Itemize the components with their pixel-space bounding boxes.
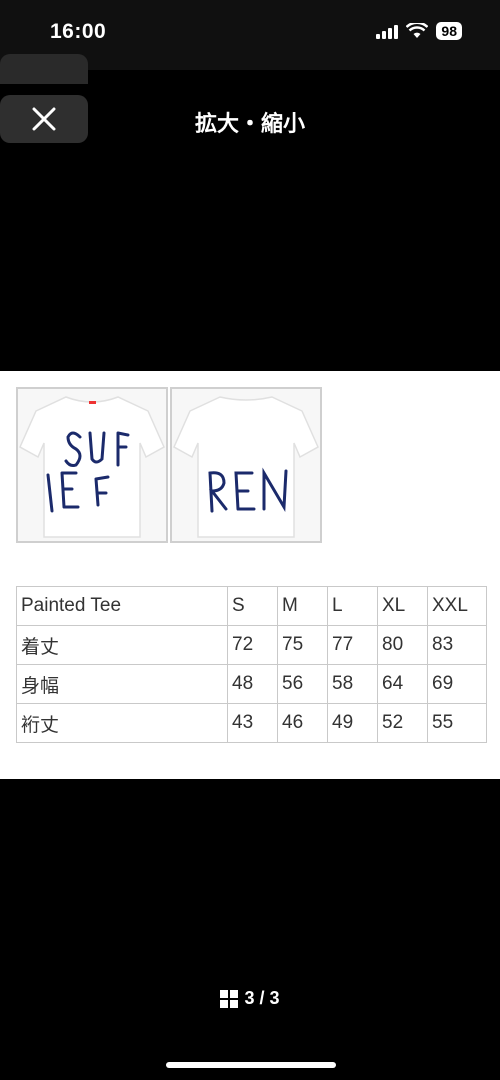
- table-cell: XL: [377, 586, 428, 626]
- table-cell: 72: [227, 625, 278, 665]
- product-thumbnails: [16, 387, 324, 543]
- zoomed-image[interactable]: Painted Tee S M L XL XXL 着丈 72 75 77 80 …: [0, 371, 500, 779]
- modal-title: 拡大・縮小: [194, 111, 305, 136]
- table-cell: S: [227, 586, 278, 626]
- table-cell: 69: [427, 664, 487, 704]
- table-cell: M: [277, 586, 328, 626]
- table-header-row: Painted Tee S M L XL XXL: [16, 586, 487, 626]
- table-cell: 49: [327, 703, 378, 743]
- wifi-icon: [406, 23, 429, 38]
- table-cell: 48: [227, 664, 278, 704]
- tshirt-front-image: [16, 387, 168, 543]
- table-cell: 77: [327, 625, 378, 665]
- table-row: 身幅 48 56 58 64 69: [16, 664, 487, 704]
- table-cell: XXL: [427, 586, 487, 626]
- tshirt-back-image: [170, 387, 322, 543]
- home-indicator[interactable]: [166, 1062, 336, 1068]
- signal-icon: [376, 23, 399, 39]
- table-cell: 身幅: [16, 664, 228, 704]
- status-icons: 98: [376, 22, 462, 40]
- table-cell: 80: [377, 625, 428, 665]
- table-cell: Painted Tee: [16, 586, 228, 626]
- table-cell: 着丈: [16, 625, 228, 665]
- table-cell: L: [327, 586, 378, 626]
- table-cell: 64: [377, 664, 428, 704]
- table-cell: 58: [327, 664, 378, 704]
- size-table: Painted Tee S M L XL XXL 着丈 72 75 77 80 …: [16, 586, 487, 743]
- battery-icon: 98: [436, 22, 462, 40]
- grid-icon: [220, 989, 239, 1008]
- table-cell: 52: [377, 703, 428, 743]
- table-row: 裄丈 43 46 49 52 55: [16, 703, 487, 743]
- table-cell: 43: [227, 703, 278, 743]
- table-cell: 75: [277, 625, 328, 665]
- table-cell: 46: [277, 703, 328, 743]
- table-cell: 55: [427, 703, 487, 743]
- table-cell: 56: [277, 664, 328, 704]
- page-counter: 3 / 3: [244, 988, 280, 1008]
- status-time: 16:00: [50, 20, 107, 43]
- table-row: 着丈 72 75 77 80 83: [16, 625, 487, 665]
- background-tab: [0, 54, 88, 84]
- table-cell: 83: [427, 625, 487, 665]
- page-indicator[interactable]: 3 / 3: [0, 988, 500, 1009]
- table-cell: 裄丈: [16, 703, 228, 743]
